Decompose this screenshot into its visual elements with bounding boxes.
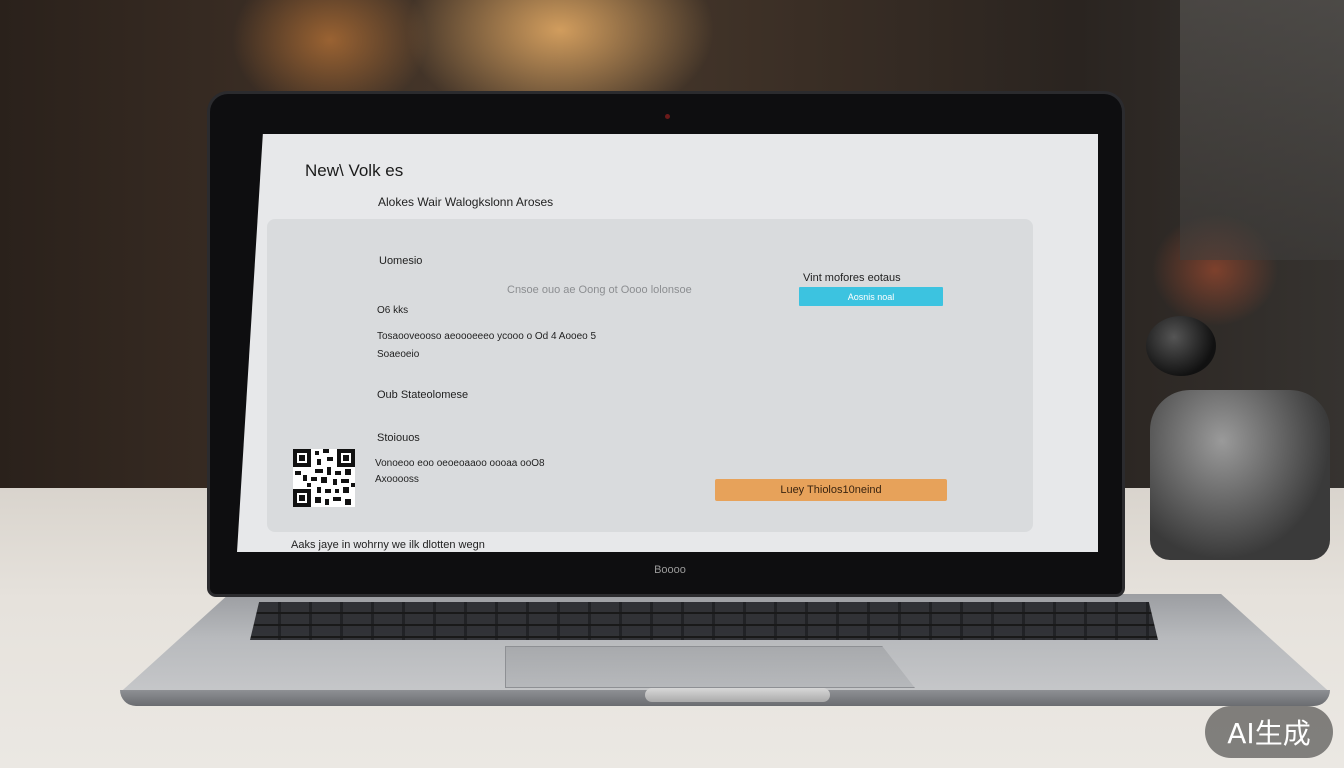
info-line: O6 kks <box>377 305 409 316</box>
coffee-machine-body <box>1150 390 1330 560</box>
right-label: Vint mofores eotaus <box>803 272 901 284</box>
laptop-brand-label: Boooo <box>654 564 686 576</box>
coffee-machine-knob <box>1146 316 1216 376</box>
action-button-blue[interactable]: Aosnis noal <box>799 287 943 306</box>
qr-code-icon <box>293 449 355 507</box>
action-button-orange[interactable]: Luey Thiolos10neind <box>715 479 947 501</box>
laptop-screen: New\ Volk es Alokes Wair Walogkslonn Aro… <box>237 134 1098 552</box>
section-heading: Uomesio <box>379 255 423 267</box>
info-line: Axooooss <box>375 474 419 485</box>
ai-generated-watermark: AI生成 <box>1205 706 1333 758</box>
info-line: Vonoeoo eoo oeoeoaaoo oooaa ooO8 <box>375 458 545 469</box>
faded-text: Cnsoe ouo ae Oong ot Oooo lolonsoe <box>507 284 692 296</box>
webcam-icon <box>665 114 670 119</box>
coffee-machine <box>1140 310 1344 570</box>
laptop-trackpad <box>505 646 915 688</box>
laptop-keyboard <box>250 602 1158 640</box>
page-title: New\ Volk es <box>305 161 404 180</box>
page-subtitle: Alokes Wair Walogkslonn Aroses <box>378 195 554 209</box>
info-line: Soaeoeio <box>377 349 420 360</box>
info-line: Tosaooveooso aeoooeeeo ycooo o Od 4 Aooe… <box>377 331 597 342</box>
background-window <box>1180 0 1344 260</box>
screen-footer-text: Aaks jaye in wohrny we ilk dlotten wegn <box>291 539 485 551</box>
section-heading: Stoiouos <box>377 432 420 444</box>
section-heading: Oub Stateolomese <box>377 389 469 401</box>
laptop-notch <box>645 688 830 702</box>
